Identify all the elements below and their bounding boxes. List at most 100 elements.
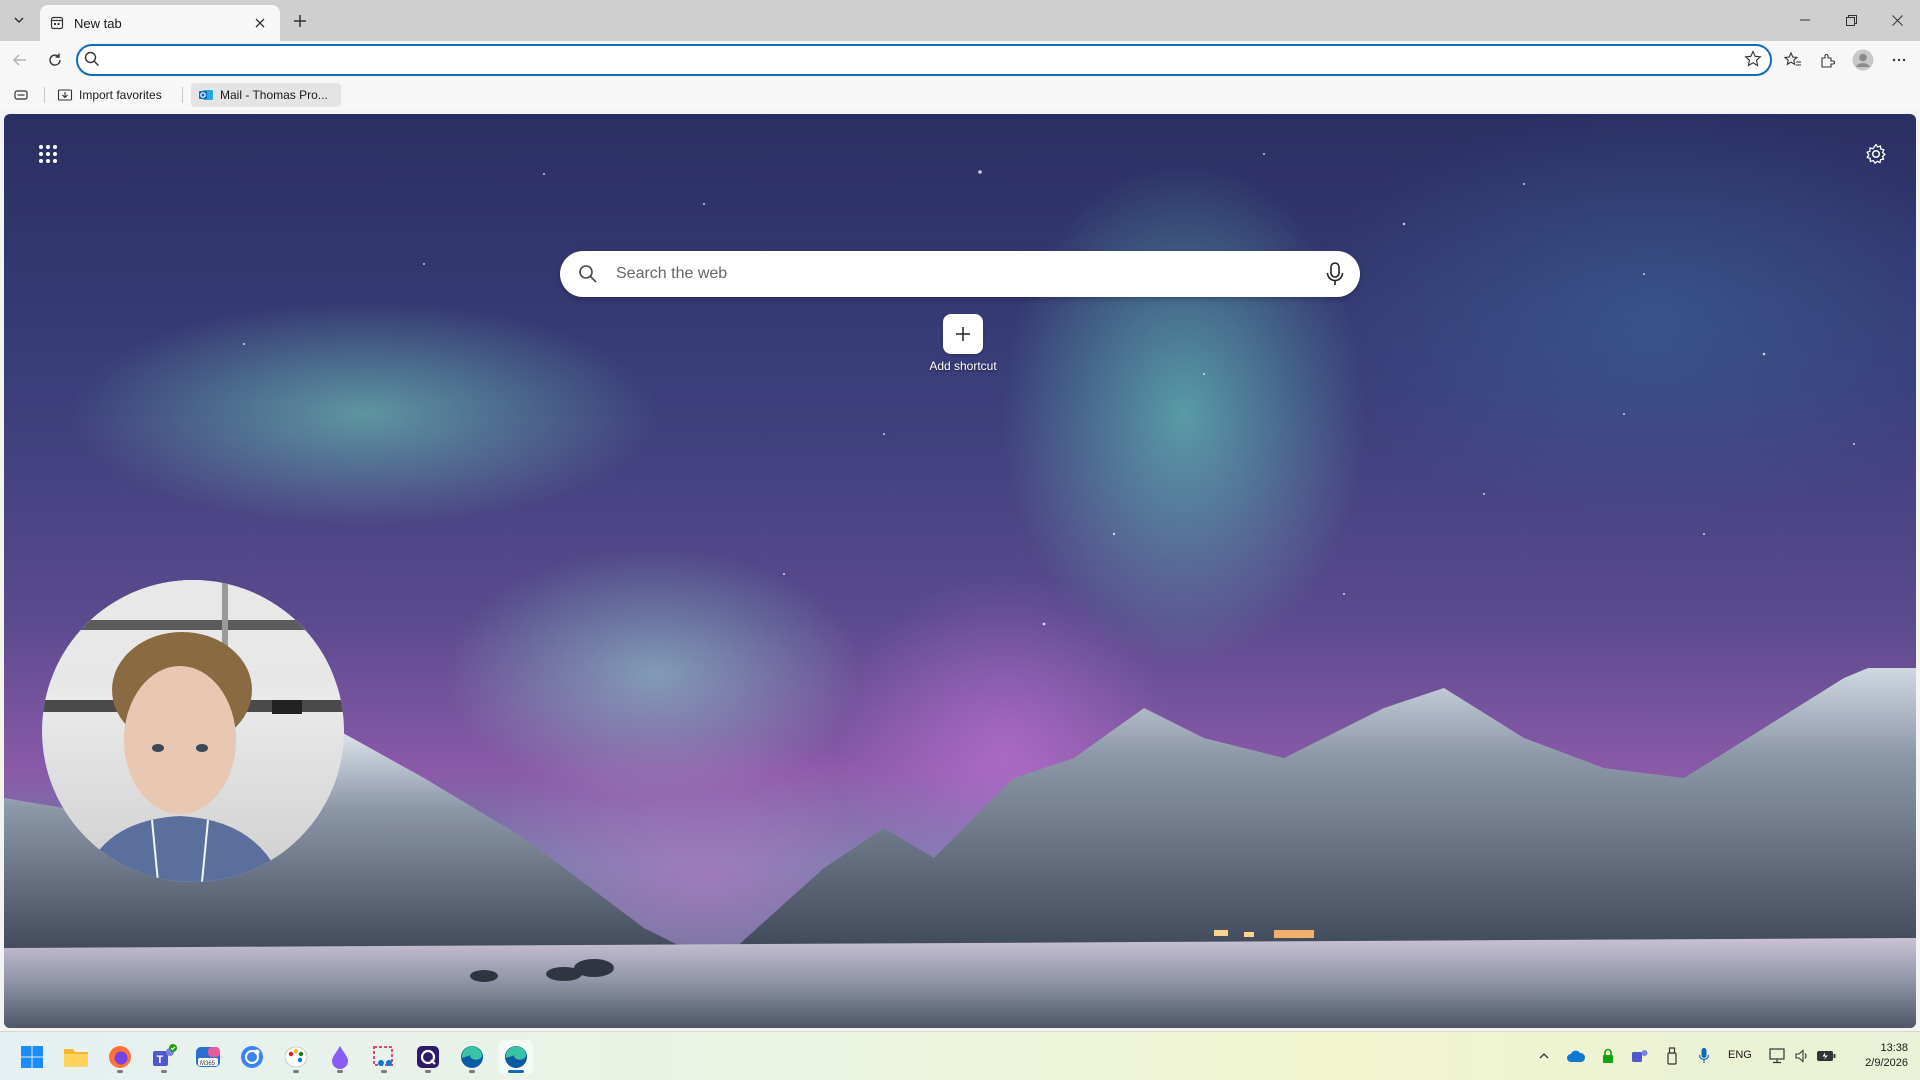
taskbar-file-explorer[interactable] <box>59 1040 93 1074</box>
arrow-left-icon <box>13 54 26 66</box>
plus-icon <box>956 327 970 341</box>
restore-button[interactable] <box>1828 0 1874 40</box>
tab-title: New tab <box>74 15 122 31</box>
taskbar-edge[interactable] <box>455 1040 489 1074</box>
add-shortcut-button[interactable]: Add shortcut <box>918 314 1008 374</box>
puzzle-icon <box>1821 54 1835 68</box>
search-icon <box>84 51 99 66</box>
tab-strip: New tab <box>0 0 1920 41</box>
clock-date: 2/9/2026 <box>1865 1057 1908 1069</box>
address-input[interactable] <box>112 50 1712 72</box>
taskbar-teams[interactable]: T <box>147 1040 181 1074</box>
web-search-box[interactable] <box>560 251 1360 297</box>
taskbar-clock[interactable]: 13:38 2/9/2026 <box>1848 1041 1908 1071</box>
sidebar-toggle-button[interactable] <box>6 83 36 107</box>
settings-and-more-button[interactable] <box>1884 45 1914 75</box>
cloud-icon <box>1567 1050 1586 1062</box>
copilot-icon <box>241 1046 263 1068</box>
start-button[interactable] <box>15 1040 49 1074</box>
favorites-list-icon <box>1784 51 1801 66</box>
taskbar-microsoft-365[interactable]: M365 <box>191 1040 225 1074</box>
speaker-icon <box>1795 1049 1807 1063</box>
microphone-icon[interactable] <box>1324 261 1346 287</box>
running-indicator <box>337 1070 343 1073</box>
battery-charging-icon <box>1817 1051 1836 1061</box>
outlook-icon <box>199 90 213 100</box>
restore-icon <box>1845 14 1857 26</box>
running-indicator <box>425 1070 431 1073</box>
new-tab-page-icon <box>50 16 64 30</box>
import-favorites-link[interactable]: Import favorites <box>50 83 169 107</box>
lock-icon <box>1603 1048 1613 1063</box>
show-hidden-icons-button[interactable] <box>1532 1044 1556 1068</box>
extensions-button[interactable] <box>1813 45 1843 75</box>
chevron-down-icon <box>14 17 24 24</box>
webcam-person <box>42 580 344 882</box>
collections-icon <box>14 90 28 100</box>
tab-actions-menu-button[interactable] <box>4 5 34 35</box>
page-settings-button[interactable] <box>1858 136 1894 172</box>
taskbar-edge-active[interactable] <box>499 1040 533 1074</box>
snipping-tool-icon <box>373 1046 393 1066</box>
mail-favorite-label: Mail - Thomas Pro... <box>220 88 328 102</box>
taskbar: T M365 ENG 13:38 2/9/2026 <box>0 1031 1920 1080</box>
minimize-icon <box>1800 19 1810 21</box>
close-icon <box>255 18 265 28</box>
taskbar-app-purple[interactable] <box>323 1040 357 1074</box>
add-shortcut-label: Add shortcut <box>929 359 997 373</box>
tab-new-tab[interactable]: New tab <box>40 5 280 41</box>
new-tab-page: Add shortcut <box>4 114 1916 1028</box>
security-tray[interactable] <box>1596 1044 1620 1068</box>
teams-icon <box>1632 1050 1648 1062</box>
folder-icon <box>64 1049 88 1067</box>
taskbar-clipchamp[interactable] <box>411 1040 445 1074</box>
firefox-icon <box>109 1046 131 1068</box>
volume-tray[interactable] <box>1790 1044 1814 1068</box>
add-shortcut-tile[interactable] <box>943 314 983 354</box>
taskbar-firefox[interactable] <box>103 1040 137 1074</box>
tab-close-button[interactable] <box>250 13 270 33</box>
taskbar-paint[interactable] <box>279 1040 313 1074</box>
taskbar-copilot[interactable] <box>235 1040 269 1074</box>
network-monitor-icon <box>1769 1048 1785 1064</box>
microphone-tray[interactable] <box>1692 1044 1716 1068</box>
close-window-button[interactable] <box>1874 0 1920 40</box>
apps-launcher-button[interactable] <box>30 136 66 172</box>
onedrive-tray[interactable] <box>1564 1044 1588 1068</box>
new-tab-button[interactable] <box>286 7 314 35</box>
plus-icon <box>294 15 306 27</box>
edge-icon <box>505 1046 527 1068</box>
refresh-button[interactable] <box>40 45 70 75</box>
chevron-up-icon <box>1539 1053 1549 1059</box>
running-indicator <box>117 1070 123 1073</box>
back-button[interactable] <box>5 45 35 75</box>
address-bar[interactable] <box>76 44 1772 76</box>
star-icon[interactable] <box>1744 50 1762 68</box>
web-search-input[interactable] <box>614 262 1294 286</box>
svg-text:T: T <box>157 1054 164 1066</box>
import-favorites-label: Import favorites <box>79 88 162 102</box>
active-indicator <box>508 1070 524 1073</box>
profile-button[interactable] <box>1848 45 1878 75</box>
network-tray[interactable] <box>1766 1044 1790 1068</box>
minimize-button[interactable] <box>1782 0 1828 40</box>
input-language-indicator[interactable]: ENG <box>1728 1049 1752 1061</box>
running-indicator <box>381 1070 387 1073</box>
teams-tray[interactable] <box>1628 1044 1652 1068</box>
usb-drive-icon <box>1667 1047 1677 1065</box>
paint-palette-icon <box>284 1046 308 1068</box>
close-icon <box>1891 14 1903 26</box>
app-grid-icon <box>39 145 57 163</box>
refresh-icon <box>49 53 61 66</box>
favorites-separator <box>182 87 183 103</box>
import-favorites-icon <box>57 89 73 101</box>
taskbar-snipping-tool[interactable] <box>367 1040 401 1074</box>
usb-tray[interactable] <box>1660 1044 1684 1068</box>
favorites-separator <box>44 87 45 103</box>
running-indicator <box>469 1070 475 1073</box>
avatar-icon <box>1852 49 1874 71</box>
search-icon <box>579 265 597 283</box>
favorites-button[interactable] <box>1778 45 1808 75</box>
mail-favorite-link[interactable]: Mail - Thomas Pro... <box>191 83 341 107</box>
battery-tray[interactable] <box>1814 1044 1838 1068</box>
